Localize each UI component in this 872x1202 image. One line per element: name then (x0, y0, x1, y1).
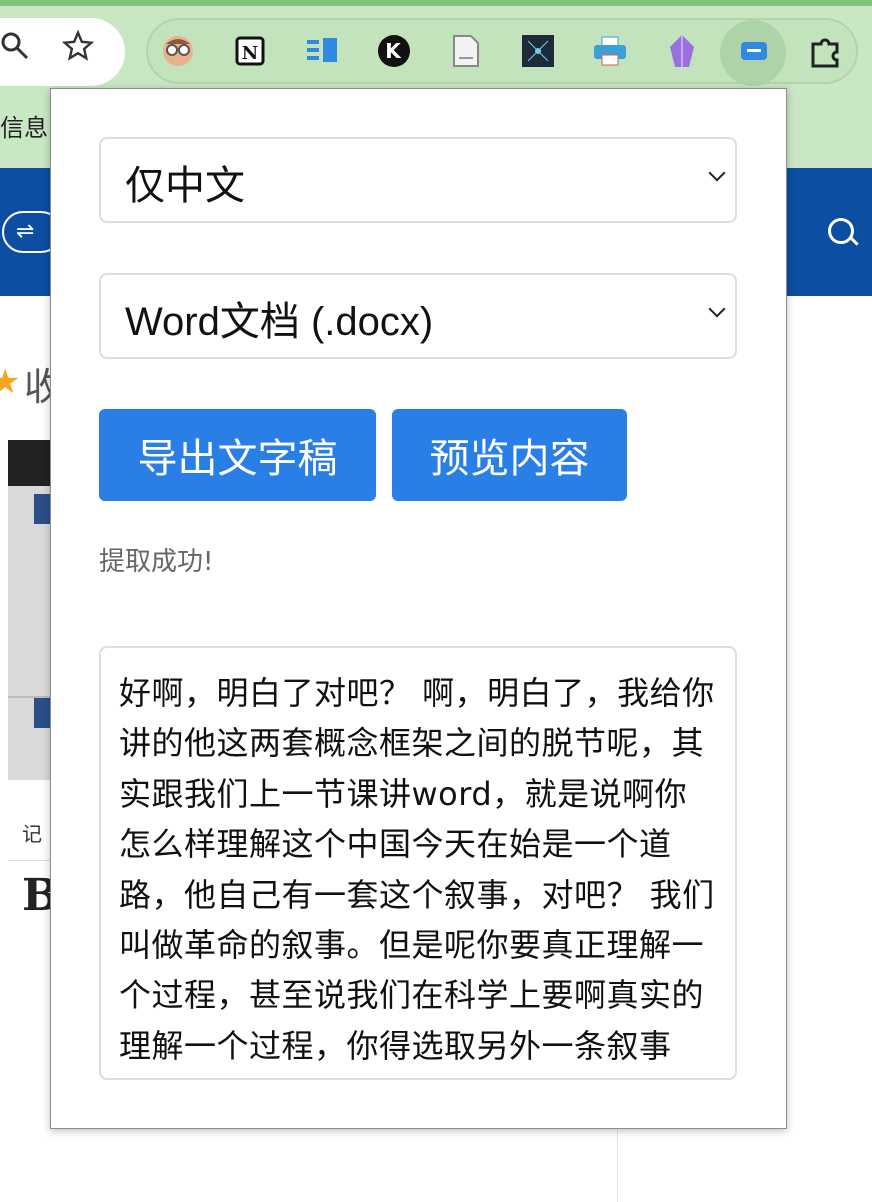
format-select[interactable]: Word文档 (.docx) (99, 273, 737, 359)
document-icon[interactable] (448, 32, 484, 70)
bookmark-label[interactable]: 信息 (0, 108, 48, 143)
extension-popup: 仅中文 Word文档 (.docx) 导出文字稿 预览内容 提取成功! 好啊，明… (50, 88, 787, 1129)
divider (617, 1128, 618, 1202)
language-select-value: 仅中文 (125, 164, 245, 208)
blue-columns-icon[interactable] (304, 32, 340, 70)
chevron-down-icon (708, 300, 726, 318)
transcript-extension-icon[interactable] (736, 32, 772, 70)
network-icon[interactable] (520, 32, 556, 70)
background-card (8, 440, 50, 780)
background-thumb (34, 494, 50, 524)
divider (8, 860, 50, 861)
notion-icon[interactable]: N (232, 32, 268, 70)
puzzle-icon[interactable] (808, 32, 844, 70)
tab-strip-edge (0, 0, 872, 6)
transcript-textarea[interactable]: 好啊，明白了对吧？ 啊，明白了，我给你讲的他这两套概念框架之间的脱节呢，其实跟我… (99, 646, 737, 1080)
svg-text:N: N (242, 43, 258, 64)
star-icon[interactable] (61, 29, 95, 75)
favorite-star-icon: ★ (0, 362, 21, 402)
status-text: 提取成功! (99, 547, 214, 577)
chevron-down-icon (708, 164, 726, 182)
language-select[interactable]: 仅中文 (99, 137, 737, 223)
export-button[interactable]: 导出文字稿 (99, 409, 376, 501)
note-label: 记 (22, 822, 42, 846)
svg-text:K: K (385, 39, 402, 63)
avatar-glasses-icon[interactable] (160, 32, 196, 70)
zoom-icon[interactable] (0, 30, 30, 74)
search-icon[interactable] (828, 218, 854, 244)
k-circle-icon[interactable]: K (376, 32, 412, 70)
preview-button[interactable]: 预览内容 (392, 409, 627, 501)
crystal-icon[interactable] (664, 32, 700, 70)
format-select-value: Word文档 (.docx) (125, 300, 434, 344)
background-thumb (34, 698, 50, 728)
printer-icon[interactable] (592, 32, 628, 70)
picture-in-picture-icon (8, 440, 50, 486)
